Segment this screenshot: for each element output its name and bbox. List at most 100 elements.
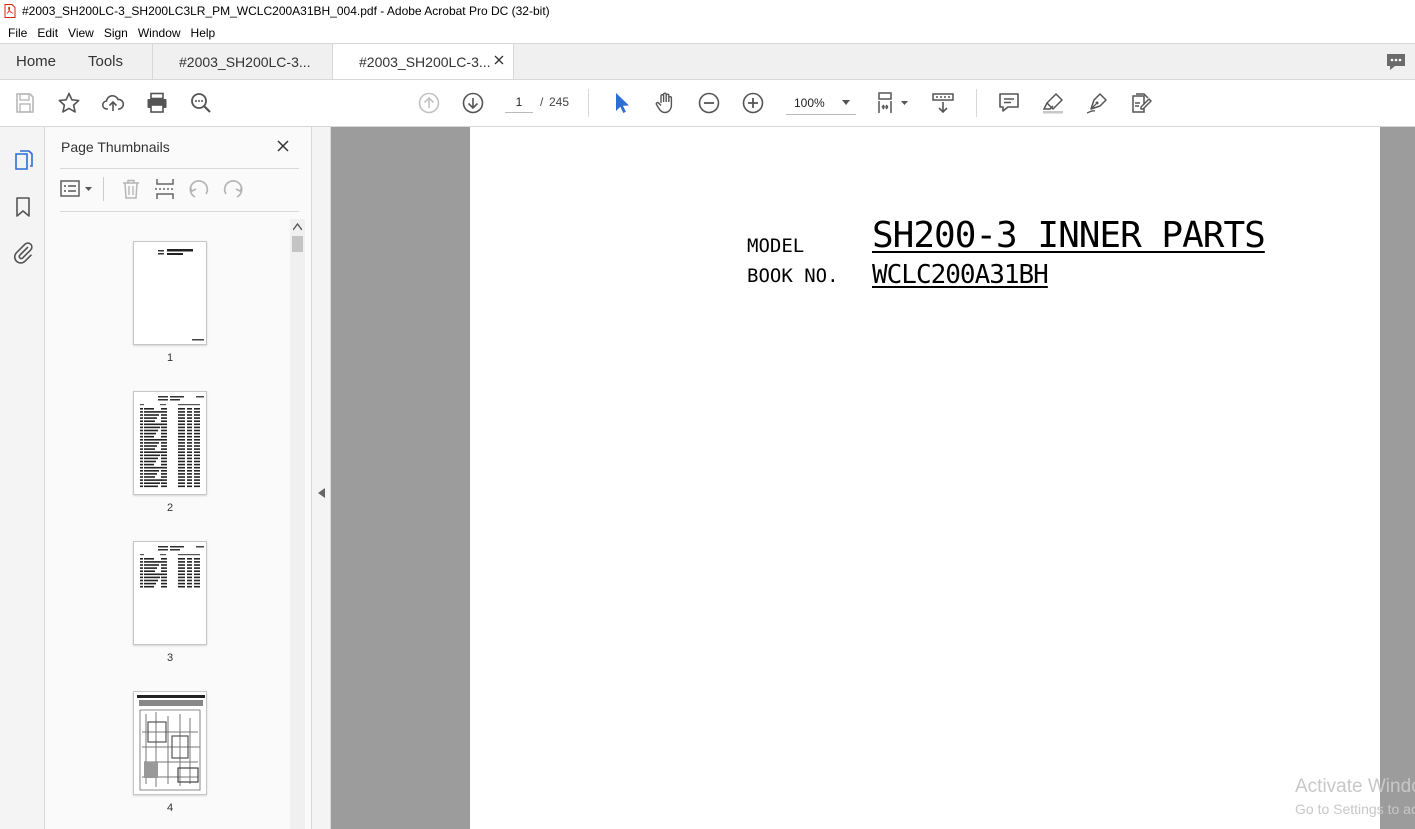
attachment-paperclip-icon[interactable] — [11, 240, 35, 264]
page-thumbnail-2[interactable] — [133, 391, 207, 495]
thumbnail-line — [140, 582, 143, 585]
panel-collapse-strip[interactable] — [312, 127, 331, 829]
thumbnail-line — [140, 432, 143, 435]
page-thumbnail-4[interactable] — [133, 691, 207, 795]
thumbnail-line — [194, 585, 200, 588]
tab-home[interactable]: Home — [0, 44, 76, 79]
thumbnail-line — [187, 423, 192, 426]
find-text-icon[interactable] — [189, 91, 213, 115]
next-page-icon[interactable] — [461, 91, 485, 115]
bookmark-star-icon[interactable] — [57, 91, 81, 115]
thumbnail-line — [187, 463, 192, 466]
thumbnail-line — [194, 457, 200, 460]
previous-page-icon[interactable] — [417, 91, 441, 115]
thumbnail-line — [161, 411, 167, 413]
thumbnail-line — [178, 439, 185, 441]
zoom-level-dropdown[interactable]: 100% — [786, 91, 856, 115]
thumbnail-line — [161, 485, 167, 488]
cloud-upload-icon[interactable] — [101, 91, 125, 115]
thumbnail-line — [178, 429, 185, 432]
print-icon[interactable] — [145, 91, 169, 115]
thumbnail-options-icon[interactable] — [60, 177, 96, 201]
document-view[interactable]: MODEL SH200-3 INNER PARTS BOOK NO. WCLC2… — [331, 127, 1415, 829]
tab-tools[interactable]: Tools — [76, 44, 152, 79]
thumbnail-line — [194, 470, 200, 472]
rotate-counterclockwise-icon[interactable] — [187, 177, 211, 201]
zoom-level-value: 100% — [794, 95, 825, 110]
comment-bubble-icon[interactable] — [1385, 52, 1407, 72]
thumbnail-line — [161, 442, 167, 444]
scroll-mode-icon[interactable] — [931, 91, 955, 115]
thumbnail-line — [161, 463, 167, 466]
menu-window[interactable]: Window — [134, 26, 185, 40]
add-comment-icon[interactable] — [997, 91, 1021, 115]
thumbnail-line — [140, 457, 143, 460]
close-panel-icon[interactable] — [276, 139, 290, 153]
thumbnail-line — [161, 451, 167, 453]
thumbnail-line — [140, 466, 143, 469]
thumbnail-line — [187, 451, 192, 453]
thumbnail-line — [178, 417, 185, 419]
thumbnail-line — [187, 466, 192, 469]
thumbnail-line — [158, 399, 168, 401]
toolbar-divider — [588, 89, 589, 117]
thumbnail-line — [140, 448, 143, 450]
hand-tool-icon[interactable] — [653, 91, 677, 115]
thumbnail-line — [160, 404, 166, 406]
scroll-up-arrow-icon[interactable] — [293, 223, 302, 231]
thumbnail-line — [178, 454, 185, 457]
close-tab-icon[interactable] — [493, 54, 505, 66]
thumbnail-line — [140, 463, 143, 466]
menu-sign[interactable]: Sign — [100, 26, 132, 40]
bookmark-icon[interactable] — [11, 195, 35, 219]
zoom-out-icon[interactable] — [697, 91, 721, 115]
fill-sign-icon[interactable] — [1129, 91, 1153, 115]
thumbnail-line — [187, 558, 192, 560]
menu-file[interactable]: File — [4, 26, 31, 40]
highlight-icon[interactable] — [1041, 91, 1065, 115]
thumbnail-line — [187, 576, 192, 579]
menu-view[interactable]: View — [64, 26, 98, 40]
left-navigation-rail — [0, 127, 45, 829]
zoom-in-icon[interactable] — [741, 91, 765, 115]
select-cursor-icon[interactable] — [609, 91, 633, 115]
page-thumbnails-icon[interactable] — [11, 148, 35, 172]
thumbnails-scrollbar[interactable] — [290, 219, 305, 829]
thumbnail-line — [187, 420, 192, 422]
page-thumbnails-panel: Page Thumbnails 1 2 3 4 — [45, 127, 312, 829]
scrollbar-thumb[interactable] — [292, 236, 303, 252]
thumbnail-line — [161, 429, 167, 432]
thumbnail-line — [140, 445, 143, 447]
thumbnail-line — [144, 442, 159, 444]
tab-document-2-active[interactable]: #2003_SH200LC-3... — [332, 44, 514, 79]
thumbnail-line — [178, 404, 200, 406]
thumbnail-line — [194, 448, 200, 450]
menu-edit[interactable]: Edit — [33, 26, 62, 40]
page-thumbnail-1[interactable] — [133, 241, 207, 345]
menu-help[interactable]: Help — [187, 26, 220, 40]
delete-page-icon[interactable] — [119, 177, 143, 201]
activate-windows-watermark: Activate Windows — [1295, 776, 1415, 797]
thumbnail-line — [178, 576, 185, 579]
rotate-clockwise-icon[interactable] — [221, 177, 245, 201]
thumbnail-line — [187, 476, 192, 478]
thumbnail-line — [140, 439, 143, 441]
thumbnail-line — [187, 457, 192, 460]
tab-document-1[interactable]: #2003_SH200LC-3... — [152, 44, 332, 79]
draw-pen-icon[interactable] — [1085, 91, 1109, 115]
insert-page-icon[interactable] — [153, 177, 177, 201]
collapse-panel-arrow-icon[interactable] — [318, 488, 325, 498]
thumbnail-line — [140, 404, 144, 406]
thumbnail-line — [187, 482, 192, 484]
thumbnail-line — [187, 442, 192, 444]
window-title: #2003_SH200LC-3_SH200LC3LR_PM_WCLC200A31… — [22, 4, 550, 18]
thumbnail-line — [187, 426, 192, 429]
page-fit-icon[interactable] — [876, 91, 910, 115]
thumbnail-line — [140, 420, 143, 422]
thumbnail-line — [140, 429, 143, 432]
page-thumbnail-3[interactable] — [133, 541, 207, 645]
thumbnail-line — [178, 451, 185, 453]
save-icon[interactable] — [13, 91, 37, 115]
page-number-input[interactable] — [505, 91, 533, 113]
thumbnail-line — [161, 448, 167, 450]
